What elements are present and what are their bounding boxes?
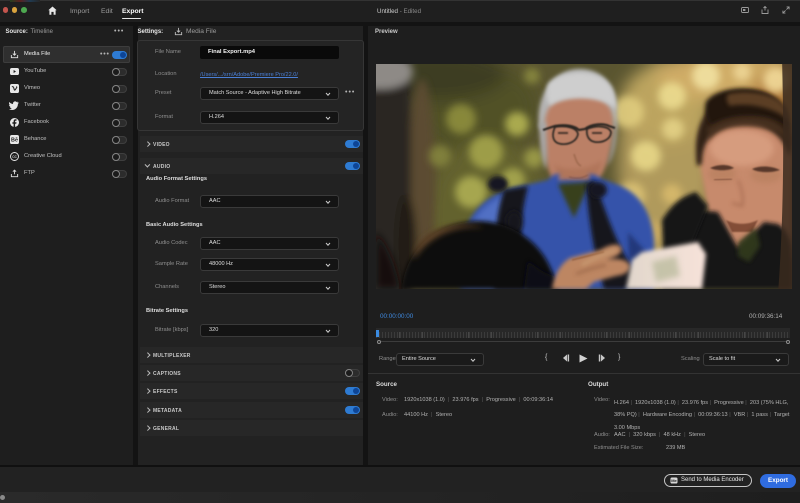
svg-text:Me: Me (671, 478, 677, 483)
svg-text:cc: cc (12, 154, 17, 159)
svg-text:Bē: Bē (11, 138, 18, 144)
